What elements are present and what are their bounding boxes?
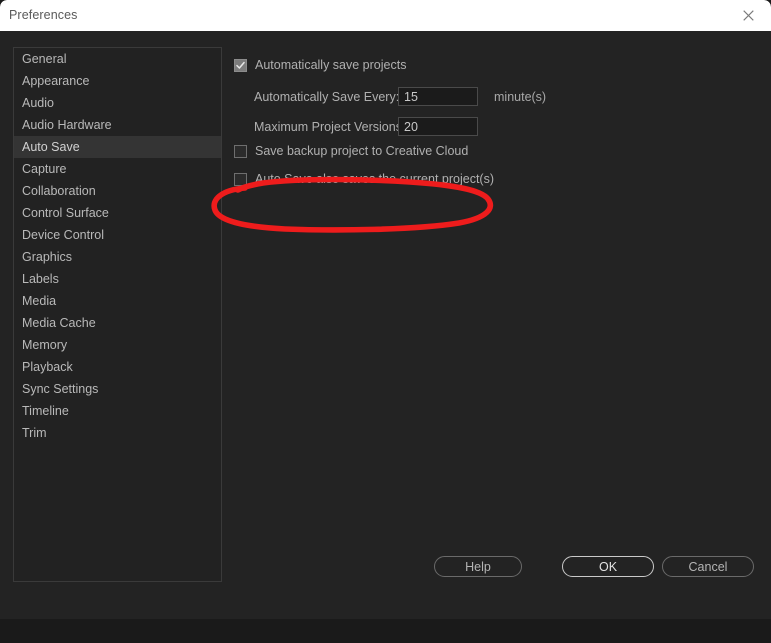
sidebar-item-control-surface[interactable]: Control Surface bbox=[14, 202, 221, 224]
save-current-projects-row[interactable]: Auto Save also saves the current project… bbox=[234, 172, 494, 186]
max-versions-row: Maximum Project Versions: bbox=[254, 117, 478, 136]
sidebar-item-audio[interactable]: Audio bbox=[14, 92, 221, 114]
max-versions-input[interactable] bbox=[398, 117, 478, 136]
cancel-button[interactable]: Cancel bbox=[662, 556, 754, 577]
sidebar-item-general[interactable]: General bbox=[14, 48, 221, 70]
dialog-body: General Appearance Audio Audio Hardware … bbox=[0, 31, 771, 619]
sidebar-item-capture[interactable]: Capture bbox=[14, 158, 221, 180]
sidebar-item-auto-save[interactable]: Auto Save bbox=[14, 136, 221, 158]
category-sidebar[interactable]: General Appearance Audio Audio Hardware … bbox=[13, 47, 222, 582]
sidebar-item-collaboration[interactable]: Collaboration bbox=[14, 180, 221, 202]
backup-creative-cloud-label: Save backup project to Creative Cloud bbox=[255, 144, 469, 158]
save-every-unit-label: minute(s) bbox=[494, 89, 547, 104]
backup-creative-cloud-checkbox[interactable] bbox=[234, 144, 247, 158]
window-title: Preferences bbox=[9, 8, 78, 22]
close-button[interactable] bbox=[726, 0, 771, 31]
sidebar-item-media[interactable]: Media bbox=[14, 290, 221, 312]
sidebar-item-timeline[interactable]: Timeline bbox=[14, 400, 221, 422]
automatically-save-projects-row[interactable]: Automatically save projects bbox=[234, 58, 406, 72]
title-bar: Preferences bbox=[0, 0, 771, 31]
automatically-save-projects-checkbox[interactable] bbox=[234, 58, 247, 72]
close-icon bbox=[743, 10, 754, 21]
sidebar-item-graphics[interactable]: Graphics bbox=[14, 246, 221, 268]
save-current-projects-label: Auto Save also saves the current project… bbox=[255, 172, 495, 186]
dialog-footer: Help OK Cancel bbox=[0, 556, 771, 618]
save-every-row: Automatically Save Every: minute(s) bbox=[254, 87, 546, 106]
max-versions-label: Maximum Project Versions: bbox=[254, 119, 406, 134]
sidebar-item-audio-hardware[interactable]: Audio Hardware bbox=[14, 114, 221, 136]
sidebar-item-playback[interactable]: Playback bbox=[14, 356, 221, 378]
sidebar-item-device-control[interactable]: Device Control bbox=[14, 224, 221, 246]
automatically-save-projects-label: Automatically save projects bbox=[255, 58, 407, 72]
sidebar-item-labels[interactable]: Labels bbox=[14, 268, 221, 290]
backup-creative-cloud-row[interactable]: Save backup project to Creative Cloud bbox=[234, 144, 468, 158]
sidebar-item-sync-settings[interactable]: Sync Settings bbox=[14, 378, 221, 400]
sidebar-item-memory[interactable]: Memory bbox=[14, 334, 221, 356]
sidebar-item-appearance[interactable]: Appearance bbox=[14, 70, 221, 92]
sidebar-item-media-cache[interactable]: Media Cache bbox=[14, 312, 221, 334]
desktop-background-strip bbox=[0, 619, 771, 643]
preferences-dialog: Preferences General Appearance Audio Aud… bbox=[0, 0, 771, 643]
save-current-projects-checkbox[interactable] bbox=[234, 172, 247, 186]
save-every-label: Automatically Save Every: bbox=[254, 89, 400, 104]
ok-button[interactable]: OK bbox=[562, 556, 654, 577]
save-every-input[interactable] bbox=[398, 87, 478, 106]
help-button[interactable]: Help bbox=[434, 556, 522, 577]
sidebar-item-trim[interactable]: Trim bbox=[14, 422, 221, 444]
